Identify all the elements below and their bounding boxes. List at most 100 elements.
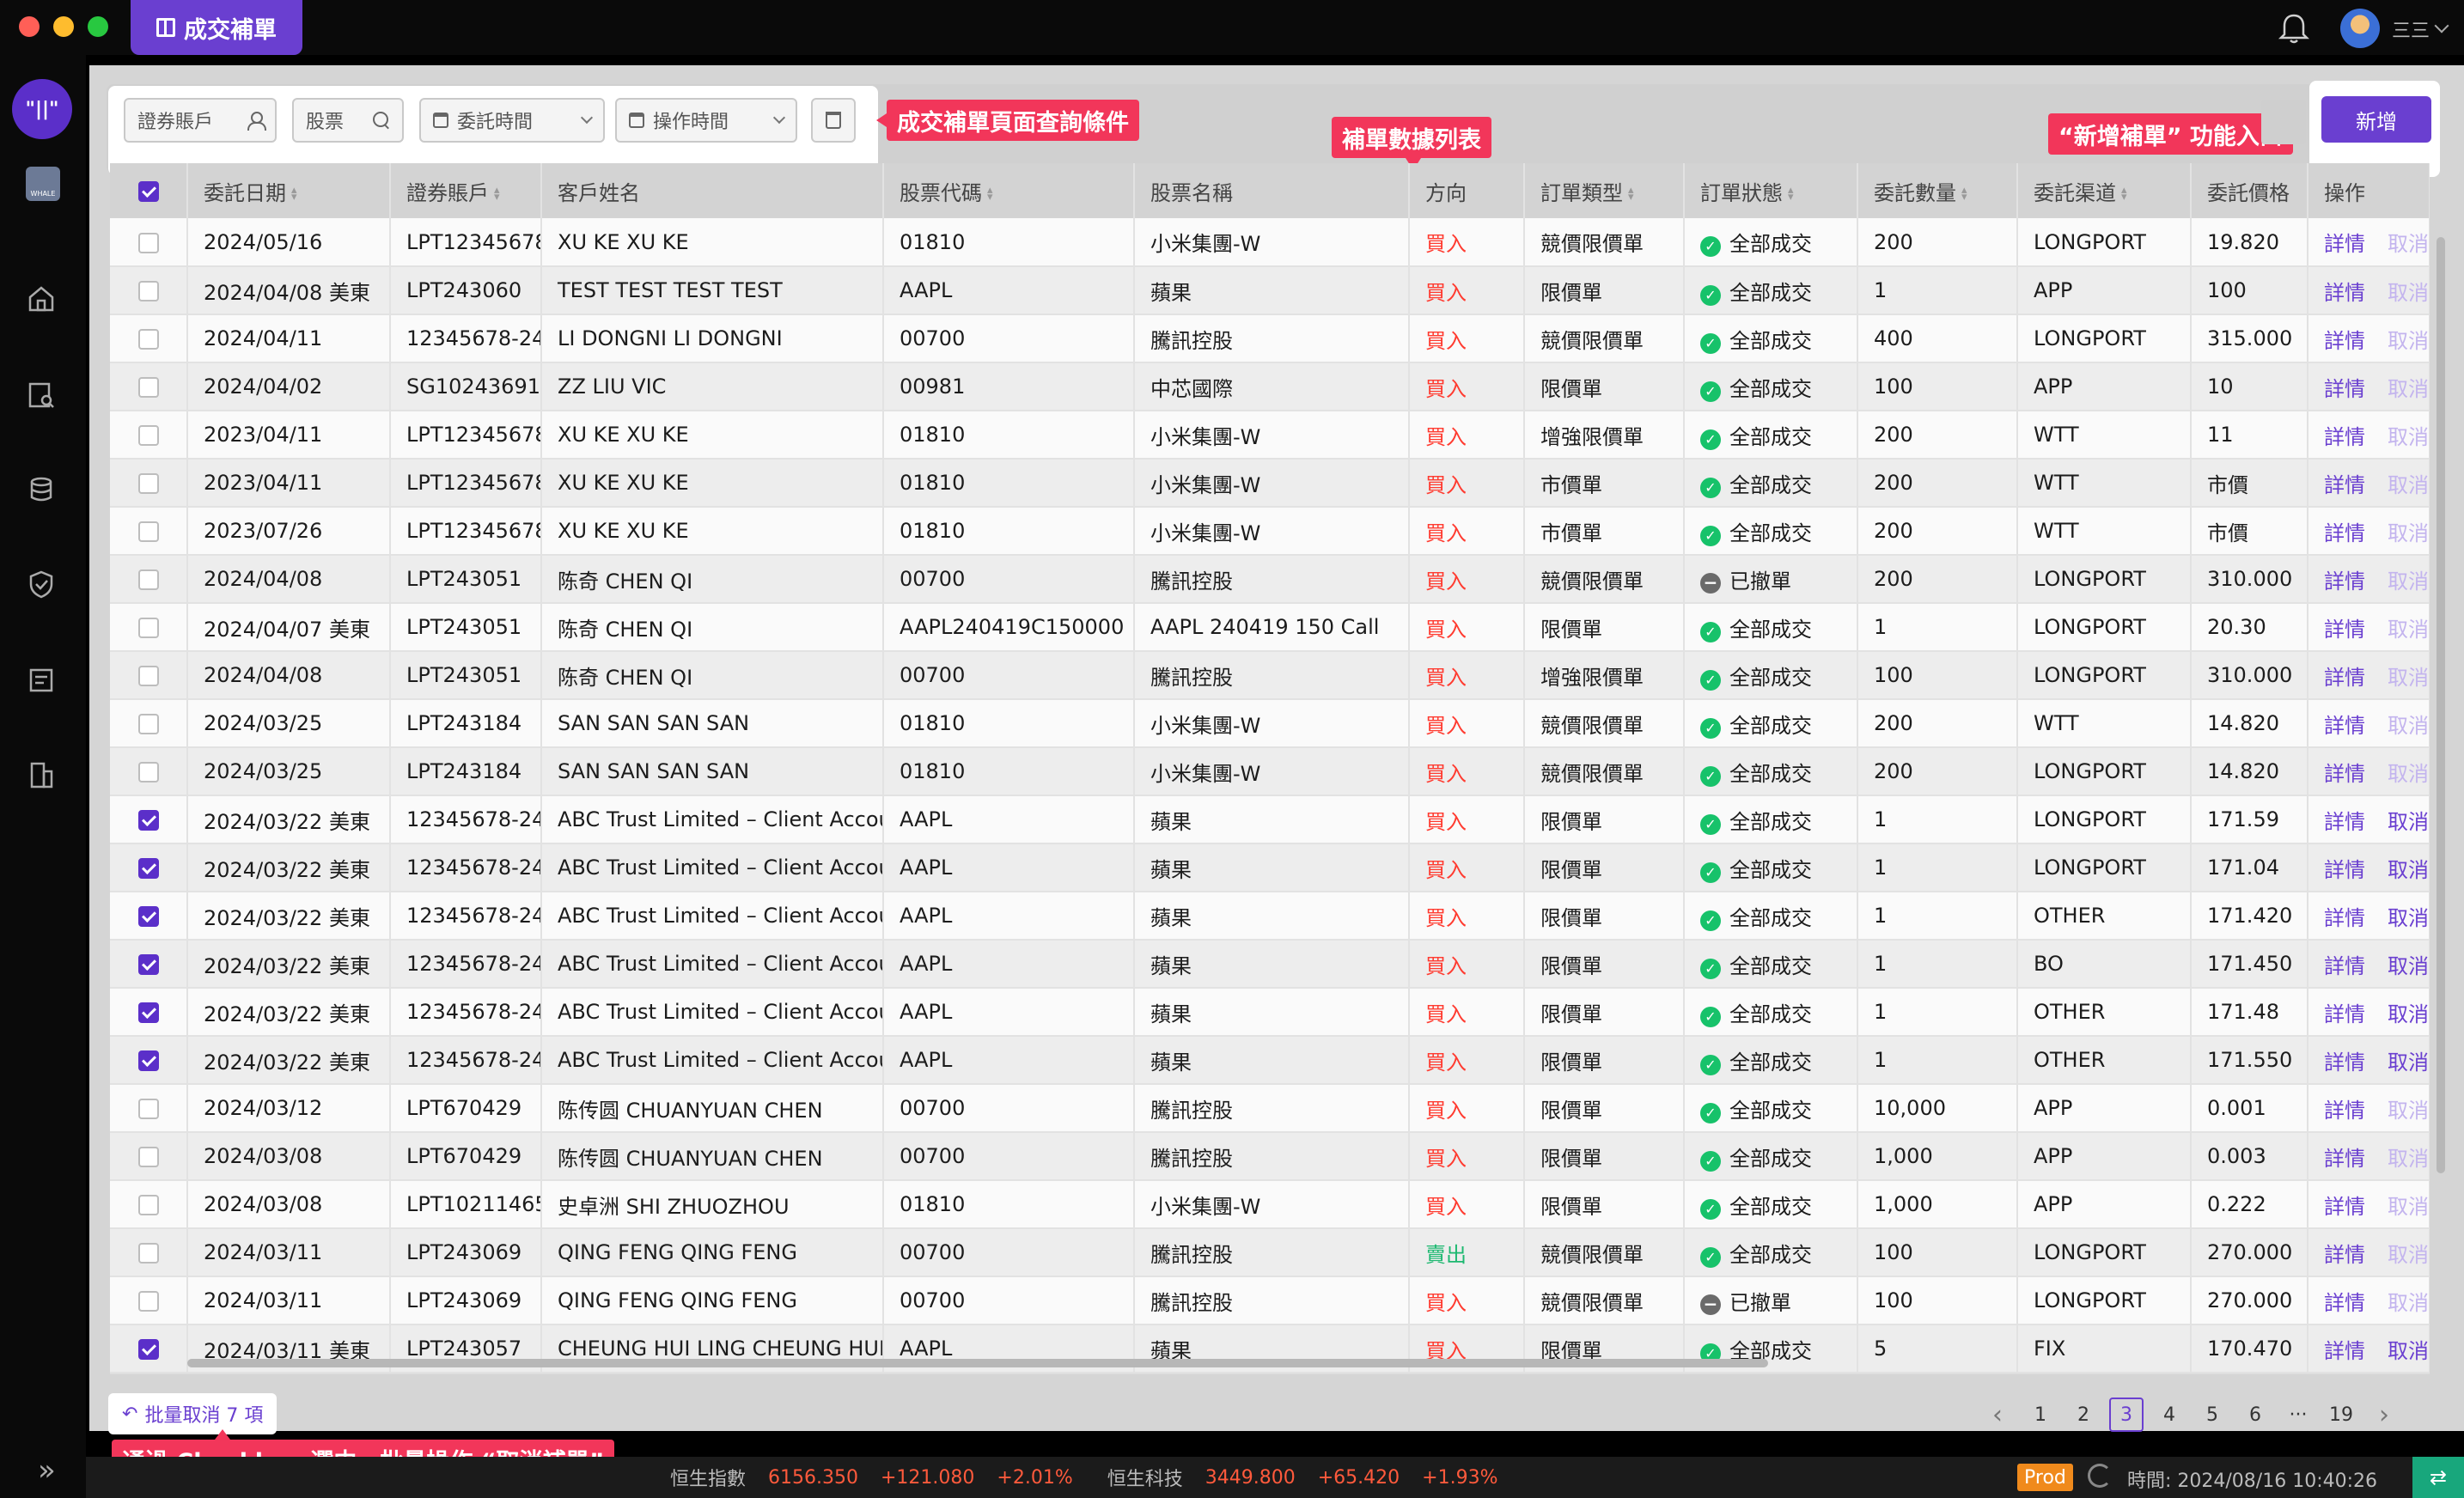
cancel-link[interactable]: 取消 (2388, 762, 2428, 786)
col-type[interactable]: 訂單類型 ▴ ▾ (1524, 163, 1685, 218)
row-checkbox[interactable] (137, 473, 159, 494)
cancel-link[interactable]: 取消 (2388, 666, 2428, 690)
shield-icon[interactable] (26, 569, 57, 600)
row-checkbox[interactable] (137, 1002, 159, 1023)
row-checkbox[interactable] (137, 1291, 159, 1312)
row-checkbox[interactable] (137, 714, 159, 734)
cancel-link[interactable]: 取消 (2388, 1147, 2428, 1171)
page-item[interactable]: 4 (2148, 1398, 2191, 1432)
select-all-checkbox[interactable] (137, 181, 159, 202)
row-checkbox[interactable] (137, 1099, 159, 1119)
row-checkbox[interactable] (137, 1339, 159, 1360)
cancel-link[interactable]: 取消 (2388, 473, 2428, 497)
row-checkbox[interactable] (137, 618, 159, 638)
tab-trade-supplement[interactable]: 成交補單 (131, 0, 302, 55)
cancel-link[interactable]: 取消 (2388, 1339, 2428, 1363)
user-name[interactable]: 三三 (2392, 15, 2430, 43)
cancel-link[interactable]: 取消 (2388, 1291, 2428, 1315)
stock-filter[interactable]: 股票 (292, 98, 404, 143)
row-checkbox[interactable] (137, 521, 159, 542)
cancel-link[interactable]: 取消 (2388, 232, 2428, 256)
row-checkbox[interactable] (137, 1147, 159, 1167)
expand-rail-icon[interactable]: » (38, 1453, 56, 1488)
detail-link[interactable]: 詳情 (2324, 1195, 2365, 1219)
row-checkbox[interactable] (137, 232, 159, 253)
detail-link[interactable]: 詳情 (2324, 377, 2365, 401)
cancel-link[interactable]: 取消 (2388, 425, 2428, 449)
window-zoom-button[interactable] (88, 16, 108, 37)
prev-page-icon[interactable]: ‹ (1976, 1398, 2019, 1432)
row-checkbox[interactable] (137, 810, 159, 831)
detail-link[interactable]: 詳情 (2324, 954, 2365, 978)
cancel-link[interactable]: 取消 (2388, 1195, 2428, 1219)
detail-link[interactable]: 詳情 (2324, 473, 2365, 497)
cancel-link[interactable]: 取消 (2388, 329, 2428, 353)
cancel-link[interactable]: 取消 (2388, 1099, 2428, 1123)
row-checkbox[interactable] (137, 1243, 159, 1264)
avatar[interactable] (2340, 9, 2380, 48)
col-channel[interactable]: 委託渠道 ▴ ▾ (2017, 163, 2192, 218)
detail-link[interactable]: 詳情 (2324, 425, 2365, 449)
row-checkbox[interactable] (137, 569, 159, 590)
account-filter[interactable]: 證券賬戶 (124, 98, 277, 143)
new-button[interactable]: 新增 (2321, 96, 2431, 143)
report-icon[interactable] (26, 665, 57, 696)
batch-cancel-button[interactable]: ↶ 批量取消 7 項 (108, 1393, 278, 1434)
vertical-scrollbar[interactable] (2437, 237, 2445, 1173)
col-status[interactable]: 訂單狀態 ▴ ▾ (1684, 163, 1858, 218)
cancel-link[interactable]: 取消 (2388, 1002, 2428, 1026)
row-checkbox[interactable] (137, 281, 159, 301)
detail-link[interactable]: 詳情 (2324, 666, 2365, 690)
detail-link[interactable]: 詳情 (2324, 618, 2365, 642)
cancel-link[interactable]: 取消 (2388, 810, 2428, 834)
horizontal-scrollbar[interactable] (187, 1359, 1768, 1367)
window-close-button[interactable] (19, 16, 40, 37)
page-item[interactable]: 6 (2234, 1398, 2277, 1432)
detail-link[interactable]: 詳情 (2324, 569, 2365, 594)
row-checkbox[interactable] (137, 666, 159, 686)
cancel-link[interactable]: 取消 (2388, 281, 2428, 305)
detail-link[interactable]: 詳情 (2324, 521, 2365, 545)
cancel-link[interactable]: 取消 (2388, 377, 2428, 401)
column-settings-button[interactable] (2261, 100, 2306, 144)
order-search-icon[interactable] (26, 380, 57, 411)
row-checkbox[interactable] (137, 1195, 159, 1215)
detail-link[interactable]: 詳情 (2324, 232, 2365, 256)
clear-filter-button[interactable] (811, 98, 856, 143)
detail-link[interactable]: 詳情 (2324, 858, 2365, 882)
cancel-link[interactable]: 取消 (2388, 1243, 2428, 1267)
detail-link[interactable]: 詳情 (2324, 1339, 2365, 1363)
detail-link[interactable]: 詳情 (2324, 762, 2365, 786)
refresh-icon[interactable] (2088, 1464, 2112, 1488)
col-quantity[interactable]: 委託數量 ▴ ▾ (1857, 163, 2018, 218)
next-page-icon[interactable]: › (2363, 1398, 2406, 1432)
whale-icon[interactable]: WHALE (26, 167, 60, 201)
home-icon[interactable] (26, 283, 57, 314)
cancel-link[interactable]: 取消 (2388, 954, 2428, 978)
col-code[interactable]: 股票代碼 ▴ ▾ (883, 163, 1135, 218)
detail-link[interactable]: 詳情 (2324, 1291, 2365, 1315)
col-date[interactable]: 委託日期 ▴ ▾ (187, 163, 391, 218)
page-item[interactable]: 2 (2062, 1398, 2105, 1432)
link-icon[interactable]: ⇄ (2412, 1457, 2464, 1498)
row-checkbox[interactable] (137, 1050, 159, 1071)
detail-link[interactable]: 詳情 (2324, 281, 2365, 305)
detail-link[interactable]: 詳情 (2324, 329, 2365, 353)
row-checkbox[interactable] (137, 906, 159, 927)
window-minimize-button[interactable] (53, 16, 74, 37)
detail-link[interactable]: 詳情 (2324, 1147, 2365, 1171)
cancel-link[interactable]: 取消 (2388, 906, 2428, 930)
app-logo[interactable]: "||" (12, 79, 72, 139)
order-time-filter[interactable]: 委託時間 (419, 98, 605, 143)
cancel-link[interactable]: 取消 (2388, 521, 2428, 545)
cancel-link[interactable]: 取消 (2388, 1050, 2428, 1075)
row-checkbox[interactable] (137, 425, 159, 446)
row-checkbox[interactable] (137, 858, 159, 879)
cancel-link[interactable]: 取消 (2388, 618, 2428, 642)
detail-link[interactable]: 詳情 (2324, 810, 2365, 834)
detail-link[interactable]: 詳情 (2324, 1002, 2365, 1026)
database-icon[interactable] (26, 474, 57, 505)
col-account[interactable]: 證券賬戶 ▴ ▾ (390, 163, 542, 218)
cancel-link[interactable]: 取消 (2388, 858, 2428, 882)
page-item[interactable]: 1 (2019, 1398, 2062, 1432)
